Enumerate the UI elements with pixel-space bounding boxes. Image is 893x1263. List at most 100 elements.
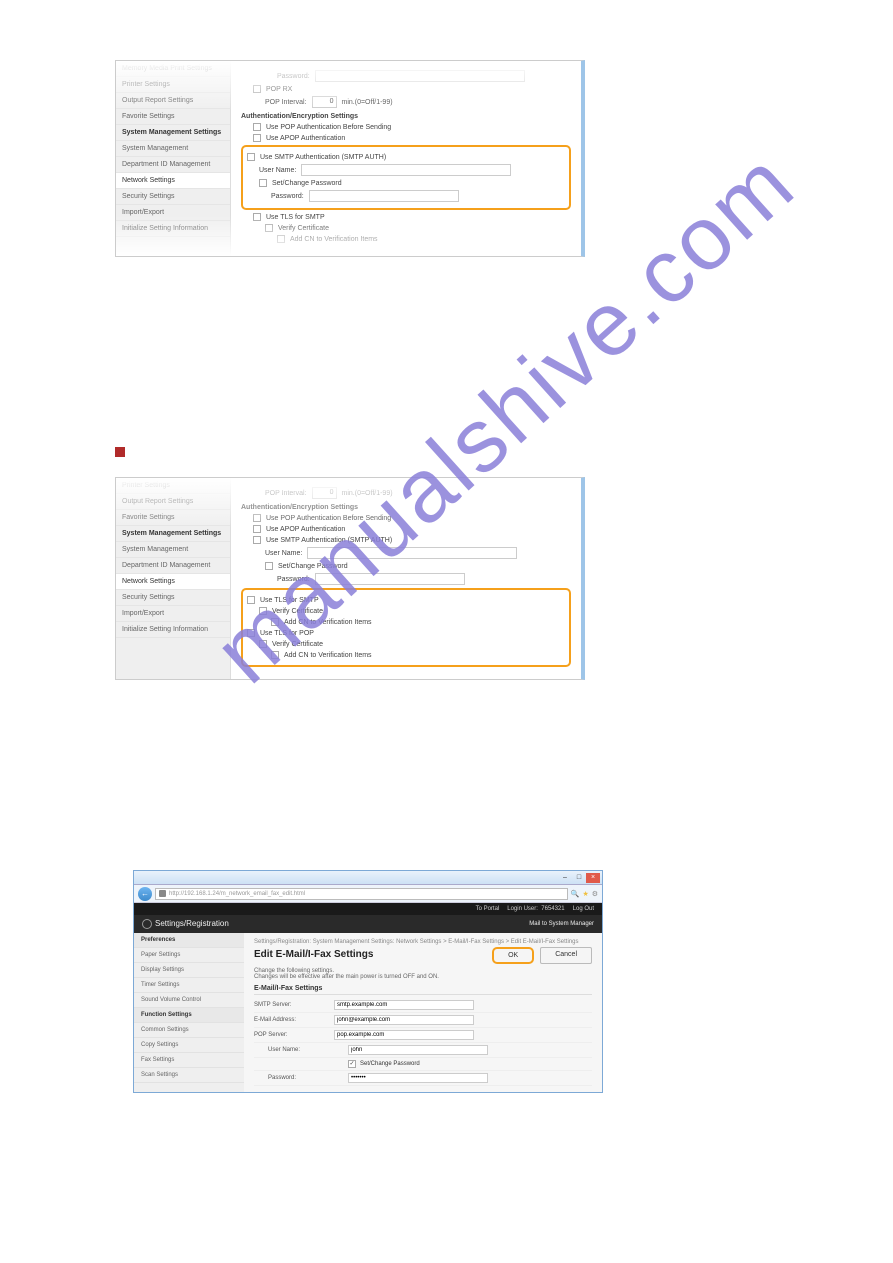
smtp-auth-checkbox[interactable] bbox=[253, 536, 261, 544]
password2-input[interactable] bbox=[309, 190, 459, 202]
subtext-line2: Changes will be effective after the main… bbox=[254, 974, 592, 980]
registration-bar: Settings/Registration Mail to System Man… bbox=[134, 915, 602, 933]
url-field[interactable]: http://192.168.1.24/m_network_email_fax_… bbox=[155, 888, 568, 900]
pop-server-label: POP Server: bbox=[254, 1032, 334, 1038]
to-portal-link[interactable]: To Portal bbox=[476, 906, 500, 912]
device-name bbox=[142, 906, 468, 912]
sidebar-item[interactable]: Printer Settings bbox=[116, 478, 230, 494]
password2-label: Password: bbox=[271, 193, 304, 200]
sidebar-item[interactable]: Output Report Settings bbox=[116, 494, 230, 510]
gear-icon[interactable]: ⚙ bbox=[592, 890, 598, 898]
apop-label: Use APOP Authentication bbox=[266, 526, 345, 533]
cancel-button[interactable]: Cancel bbox=[540, 947, 592, 964]
sidebar-item-network-settings[interactable]: Network Settings bbox=[116, 574, 230, 590]
password-input[interactable] bbox=[315, 70, 525, 82]
pop-rx-checkbox[interactable] bbox=[253, 85, 261, 93]
apop-checkbox[interactable] bbox=[253, 525, 261, 533]
sidebar-item[interactable]: Copy Settings bbox=[134, 1038, 244, 1053]
settings-registration-title: Settings/Registration bbox=[155, 919, 229, 928]
apop-checkbox[interactable] bbox=[253, 134, 261, 142]
verify-cert-checkbox[interactable] bbox=[259, 607, 267, 615]
sidebar-item[interactable]: Import/Export bbox=[116, 205, 230, 221]
verify-cert2-checkbox[interactable] bbox=[259, 640, 267, 648]
pop-auth-label: Use POP Authentication Before Sending bbox=[266, 515, 391, 522]
pop-interval-input[interactable]: 0 bbox=[312, 487, 337, 499]
verify-cert-checkbox[interactable] bbox=[265, 224, 273, 232]
pop-interval-label: POP Interval: bbox=[265, 99, 307, 106]
ok-button[interactable]: OK bbox=[492, 947, 534, 964]
username-input[interactable] bbox=[307, 547, 517, 559]
logout-link[interactable]: Log Out bbox=[573, 906, 594, 912]
verify-cert-label: Verify Certificate bbox=[278, 225, 329, 232]
username-label: User Name: bbox=[268, 1047, 348, 1053]
tls-smtp-checkbox[interactable] bbox=[247, 596, 255, 604]
mail-to-manager-link[interactable]: Mail to System Manager bbox=[529, 921, 594, 927]
pop-auth-checkbox[interactable] bbox=[253, 514, 261, 522]
set-password-label: Set/Change Password bbox=[272, 180, 342, 187]
sidebar-item[interactable]: Department ID Management bbox=[116, 558, 230, 574]
browser-address-bar: ← http://192.168.1.24/m_network_email_fa… bbox=[134, 885, 602, 903]
browser-window: – □ × ← http://192.168.1.24/m_network_em… bbox=[133, 870, 603, 1093]
auth-section-title: Authentication/Encryption Settings bbox=[241, 504, 571, 511]
pop-auth-checkbox[interactable] bbox=[253, 123, 261, 131]
sidebar-item[interactable]: Fax Settings bbox=[134, 1053, 244, 1068]
back-button[interactable]: ← bbox=[138, 887, 152, 901]
minimize-icon[interactable]: – bbox=[558, 873, 572, 883]
sidebar-item[interactable]: Import/Export bbox=[116, 606, 230, 622]
sidebar-item[interactable]: Common Settings bbox=[134, 1023, 244, 1038]
pop-interval-hint: min.(0=Off/1-99) bbox=[342, 99, 393, 106]
username-input[interactable] bbox=[301, 164, 511, 176]
sidebar-item[interactable]: Paper Settings bbox=[134, 948, 244, 963]
sidebar-item-network-settings[interactable]: Network Settings bbox=[116, 173, 230, 189]
password-input[interactable] bbox=[348, 1073, 488, 1083]
favorites-icon[interactable]: ★ bbox=[582, 890, 588, 898]
sidebar-item[interactable]: System Management bbox=[116, 141, 230, 157]
tls-smtp-label: Use TLS for SMTP bbox=[266, 214, 325, 221]
add-cn-label: Add CN to Verification Items bbox=[284, 619, 372, 626]
tls-pop-checkbox[interactable] bbox=[247, 629, 255, 637]
username-input[interactable] bbox=[348, 1045, 488, 1055]
sidebar-item[interactable]: Security Settings bbox=[116, 590, 230, 606]
set-password-checkbox[interactable] bbox=[259, 179, 267, 187]
set-password-checkbox[interactable] bbox=[265, 562, 273, 570]
smtp-auth-checkbox[interactable] bbox=[247, 153, 255, 161]
search-icon[interactable]: 🔍 bbox=[571, 890, 580, 898]
email-input[interactable] bbox=[334, 1015, 474, 1025]
sidebar-item[interactable]: Favorite Settings bbox=[116, 109, 230, 125]
close-icon[interactable]: × bbox=[586, 873, 600, 883]
sidebar-item[interactable]: Sound Volume Control bbox=[134, 993, 244, 1008]
form-section-title: E-Mail/I-Fax Settings bbox=[254, 985, 592, 995]
pop-server-input[interactable] bbox=[334, 1030, 474, 1040]
smtp-server-label: SMTP Server: bbox=[254, 1002, 334, 1008]
username-label: User Name: bbox=[259, 167, 296, 174]
maximize-icon[interactable]: □ bbox=[572, 873, 586, 883]
sidebar-item[interactable]: Memory Media Print Settings bbox=[116, 61, 230, 77]
sidebar-header: System Management Settings bbox=[116, 526, 230, 542]
add-cn-checkbox[interactable] bbox=[277, 235, 285, 243]
lock-icon bbox=[159, 890, 166, 897]
sidebar-item[interactable]: Security Settings bbox=[116, 189, 230, 205]
set-change-password-checkbox[interactable] bbox=[348, 1060, 356, 1068]
sidebar-item[interactable]: Favorite Settings bbox=[116, 510, 230, 526]
sidebar-item[interactable]: Timer Settings bbox=[134, 978, 244, 993]
tls-smtp-checkbox[interactable] bbox=[253, 213, 261, 221]
login-user-label: Login User: 7654321 bbox=[507, 906, 564, 912]
pop-auth-label: Use POP Authentication Before Sending bbox=[266, 124, 391, 131]
settings-sidebar-b: Printer Settings Output Report Settings … bbox=[116, 478, 231, 679]
settings-panel-smtp-auth: Memory Media Print Settings Printer Sett… bbox=[115, 60, 585, 257]
sidebar-item[interactable]: Display Settings bbox=[134, 963, 244, 978]
sidebar-item[interactable]: Scan Settings bbox=[134, 1068, 244, 1083]
password-input[interactable] bbox=[315, 573, 465, 585]
pop-interval-input[interactable]: 0 bbox=[312, 96, 337, 108]
sidebar-item[interactable]: Initialize Setting Information bbox=[116, 221, 230, 237]
sidebar-item[interactable]: Printer Settings bbox=[116, 77, 230, 93]
set-password-label: Set/Change Password bbox=[278, 563, 348, 570]
sidebar-item[interactable]: Department ID Management bbox=[116, 157, 230, 173]
sidebar-item[interactable]: Output Report Settings bbox=[116, 93, 230, 109]
smtp-server-input[interactable] bbox=[334, 1000, 474, 1010]
sidebar-item[interactable]: System Management bbox=[116, 542, 230, 558]
add-cn2-checkbox[interactable] bbox=[271, 651, 279, 659]
sidebar-item[interactable]: Initialize Setting Information bbox=[116, 622, 230, 638]
pop-interval-hint: min.(0=Off/1-99) bbox=[342, 490, 393, 497]
add-cn-checkbox[interactable] bbox=[271, 618, 279, 626]
